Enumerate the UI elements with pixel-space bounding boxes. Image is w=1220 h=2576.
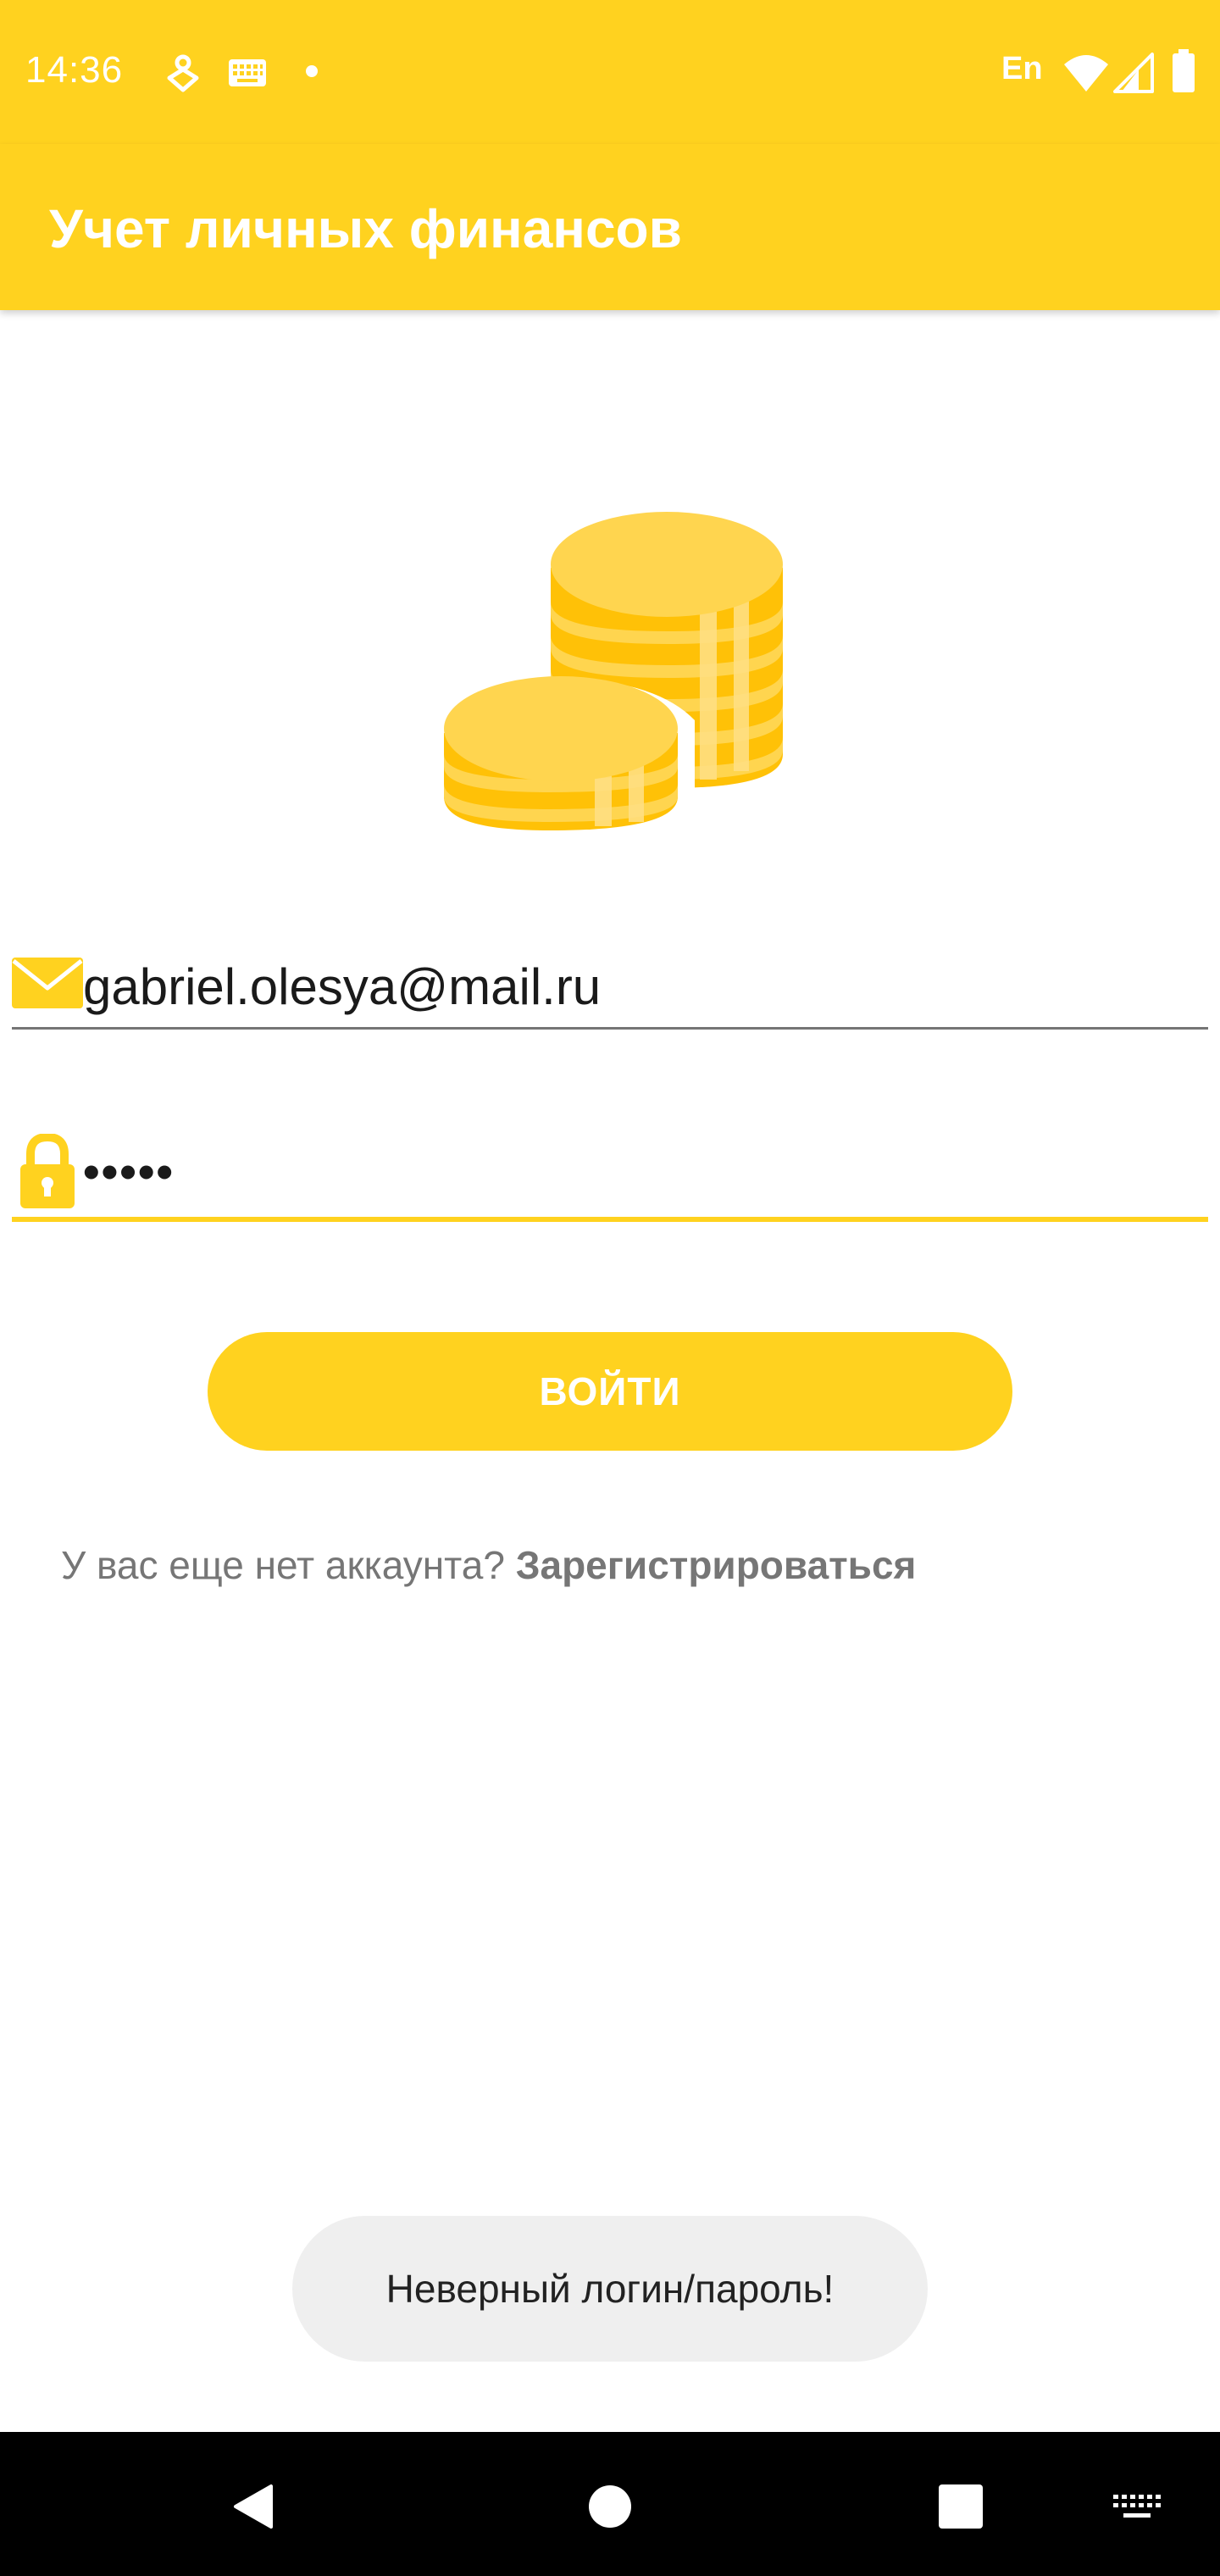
navigation-bar <box>0 2432 1220 2576</box>
mail-icon <box>12 958 83 1008</box>
email-input[interactable]: gabriel.olesya@mail.ru <box>83 958 1184 1016</box>
password-field[interactable]: ••••• <box>12 1127 1208 1222</box>
keyboard-icon <box>229 59 266 86</box>
status-bar: 14:36 En <box>0 0 1220 144</box>
register-prompt: У вас еще нет аккаунта? Зарегистрировать… <box>61 1542 916 1588</box>
status-language: En <box>1001 51 1043 86</box>
signal-icon <box>1113 53 1154 93</box>
keyboard-switch-icon[interactable] <box>1113 2493 1161 2522</box>
app-title: Учет личных финансов <box>49 198 682 259</box>
wifi-icon <box>1064 55 1108 92</box>
lock-icon <box>20 1134 75 1208</box>
back-icon[interactable] <box>232 2483 274 2530</box>
recents-icon[interactable] <box>939 2484 983 2529</box>
register-link[interactable]: Зарегистрироваться <box>516 1543 917 1587</box>
dot-icon <box>306 65 318 77</box>
home-icon[interactable] <box>588 2484 632 2529</box>
app-bar: Учет личных финансов <box>0 144 1220 310</box>
login-button[interactable]: ВОЙТИ <box>208 1332 1012 1451</box>
register-prompt-text: У вас еще нет аккаунта? <box>61 1543 516 1587</box>
coins-icon <box>432 512 783 847</box>
email-field[interactable]: gabriel.olesya@mail.ru <box>12 949 1208 1042</box>
login-screen: 14:36 En Учет личных финансов gabriel.ol… <box>0 0 1220 2576</box>
password-underline <box>12 1217 1208 1222</box>
toast-message: Неверный логин/пароль! <box>385 2267 835 2311</box>
email-underline <box>12 1027 1208 1030</box>
status-time: 14:36 <box>25 49 124 91</box>
error-toast: Неверный логин/пароль! <box>292 2216 928 2362</box>
battery-icon <box>1173 49 1195 92</box>
location-icon <box>167 54 199 92</box>
password-input[interactable]: ••••• <box>83 1144 1184 1199</box>
